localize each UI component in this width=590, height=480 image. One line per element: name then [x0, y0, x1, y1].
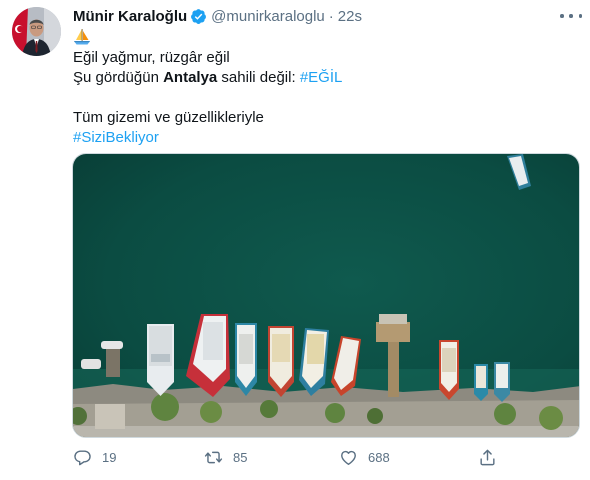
harbor-aerial-photo	[73, 154, 579, 437]
reply-button[interactable]: 19	[73, 448, 116, 467]
more-dot	[569, 14, 573, 18]
tweet-actions: 19 85 688	[73, 448, 503, 472]
text-line: Tüm gizemi ve güzellikleriyle	[73, 109, 264, 126]
more-dot	[560, 14, 564, 18]
bold-text: Antalya	[163, 69, 218, 86]
retweet-count: 85	[233, 450, 248, 465]
sailboat-emoji-icon	[73, 28, 91, 46]
timestamp[interactable]: 22s	[338, 8, 362, 25]
reply-count: 19	[102, 450, 117, 465]
text-line: #SiziBekliyor	[73, 128, 573, 148]
share-icon	[480, 449, 495, 466]
more-dot	[578, 14, 582, 18]
more-options-icon[interactable]	[560, 8, 582, 24]
tweet-header: Münir Karaloğlu @munirkaraloglu · 22s	[73, 6, 362, 26]
like-button[interactable]: 688	[339, 448, 390, 467]
verified-badge-icon	[190, 8, 207, 25]
share-button[interactable]	[478, 448, 497, 467]
emoji-line	[73, 28, 573, 48]
author-name[interactable]: Münir Karaloğlu	[73, 8, 187, 25]
text-line: Şu gördüğün Antalya sahili değil: #EĞİL	[73, 68, 573, 88]
author-handle[interactable]: @munirkaraloglu	[211, 8, 325, 25]
text-segment: Şu gördüğün	[73, 69, 164, 86]
hashtag-egil[interactable]: #EĞİL	[300, 69, 343, 86]
like-count: 688	[368, 450, 390, 465]
tweet-text: Eğil yağmur, rüzgâr eğil Şu gördüğün Ant…	[73, 28, 573, 148]
text-segment: sahili değil:	[217, 69, 300, 86]
retweet-icon	[204, 451, 223, 464]
tweet-card[interactable]: Münir Karaloğlu @munirkaraloglu · 22s Eğ…	[0, 0, 590, 480]
text-line: Eğil yağmur, rüzgâr eğil	[73, 49, 230, 66]
heart-icon	[341, 450, 356, 465]
avatar[interactable]	[12, 7, 61, 56]
reply-icon	[74, 450, 91, 466]
retweet-button[interactable]: 85	[204, 448, 247, 467]
separator-dot: ·	[328, 7, 334, 25]
hashtag-sizibekliyor[interactable]: #SiziBekliyor	[73, 129, 159, 146]
tweet-media-photo[interactable]	[72, 153, 580, 438]
